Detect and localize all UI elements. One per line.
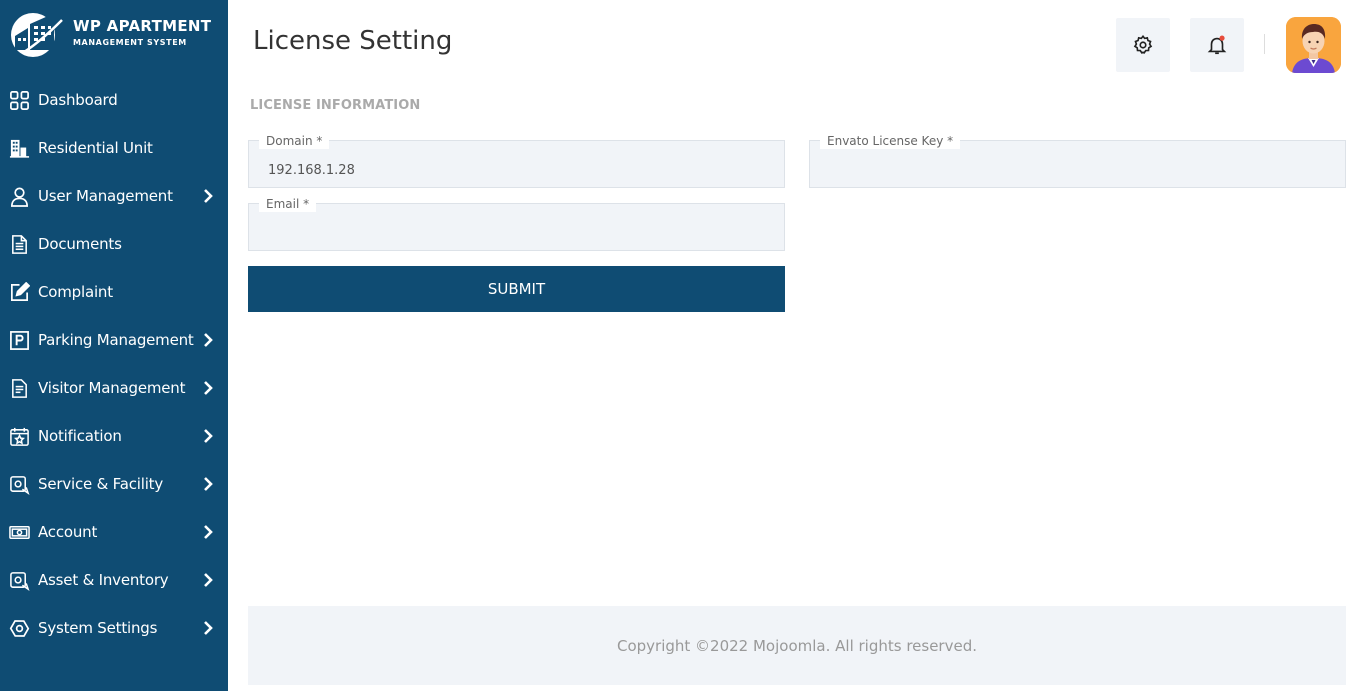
user-icon [8,185,30,207]
gear-icon [1133,34,1153,54]
sidebar-item-label: Notification [38,427,122,445]
email-field: Email * [248,196,785,251]
parking-icon [8,329,30,351]
money-icon [8,521,30,543]
sidebar-item-label: Residential Unit [38,139,153,157]
license-key-label: Envato License Key * [820,133,961,149]
clipboard-icon [8,377,30,399]
settings-button[interactable] [1116,18,1170,72]
brand-logo[interactable]: WP APARTMENT MANAGEMENT SYSTEM [10,10,220,60]
service-icon [8,473,30,495]
chevron-right-icon [204,381,213,395]
sidebar-item-label: Dashboard [38,91,118,109]
sidebar-item-residential-unit[interactable]: Residential Unit [0,124,228,172]
email-input[interactable] [249,204,784,250]
sidebar-item-complaint[interactable]: Complaint [0,268,228,316]
chevron-right-icon [204,621,213,635]
email-label: Email * [259,196,317,212]
chevron-right-icon [204,573,213,587]
sidebar-nav: Dashboard Residential Unit User Manageme… [0,76,228,652]
footer: Copyright ©2022 Mojoomla. All rights res… [248,606,1346,685]
sidebar-item-label: Documents [38,235,122,253]
chevron-right-icon [204,525,213,539]
brand-title: WP APARTMENT [73,17,212,35]
chevron-right-icon [204,477,213,491]
section-heading: LICENSE INFORMATION [250,98,421,113]
sidebar-item-user-management[interactable]: User Management [0,172,228,220]
edit-icon [8,281,30,303]
settings-hex-icon [8,617,30,639]
grid-icon [8,89,30,111]
user-avatar-icon [1286,17,1341,73]
page-title: License Setting [253,26,453,56]
sidebar-item-system-settings[interactable]: System Settings [0,604,228,652]
sidebar-item-label: User Management [38,187,173,205]
sidebar-item-visitor-management[interactable]: Visitor Management [0,364,228,412]
notifications-button[interactable] [1190,18,1244,72]
copyright-text: Copyright ©2022 Mojoomla. All rights res… [616,636,977,655]
avatar[interactable] [1286,17,1341,73]
chevron-right-icon [204,189,213,203]
bell-icon [1207,35,1227,55]
building-logo-icon [11,13,63,57]
domain-label: Domain * [259,133,330,149]
chevron-right-icon [204,333,213,347]
sidebar-item-label: Service & Facility [38,475,164,493]
sidebar-item-label: Visitor Management [38,379,186,397]
header-divider [1264,34,1265,54]
license-key-field: Envato License Key * [809,133,1346,188]
sidebar-item-label: Parking Management [38,331,194,349]
sidebar-item-service-facility[interactable]: Service & Facility [0,460,228,508]
sidebar-item-dashboard[interactable]: Dashboard [0,76,228,124]
brand-subtitle: MANAGEMENT SYSTEM [73,38,187,47]
domain-field: Domain * [248,133,785,188]
submit-button[interactable]: SUBMIT [248,266,785,312]
sidebar-item-account[interactable]: Account [0,508,228,556]
chevron-right-icon [204,429,213,443]
sidebar-item-notification[interactable]: Notification [0,412,228,460]
sidebar-item-parking-management[interactable]: Parking Management [0,316,228,364]
sidebar-item-label: Account [38,523,98,541]
document-icon [8,233,30,255]
sidebar-item-asset-inventory[interactable]: Asset & Inventory [0,556,228,604]
sidebar-item-label: Asset & Inventory [38,571,169,589]
sidebar: WP APARTMENT MANAGEMENT SYSTEM Dashboard… [0,0,228,691]
sidebar-item-label: System Settings [38,619,158,637]
calendar-star-icon [8,425,30,447]
sidebar-item-label: Complaint [38,283,113,301]
sidebar-item-documents[interactable]: Documents [0,220,228,268]
asset-icon [8,569,30,591]
building-icon [8,137,30,159]
